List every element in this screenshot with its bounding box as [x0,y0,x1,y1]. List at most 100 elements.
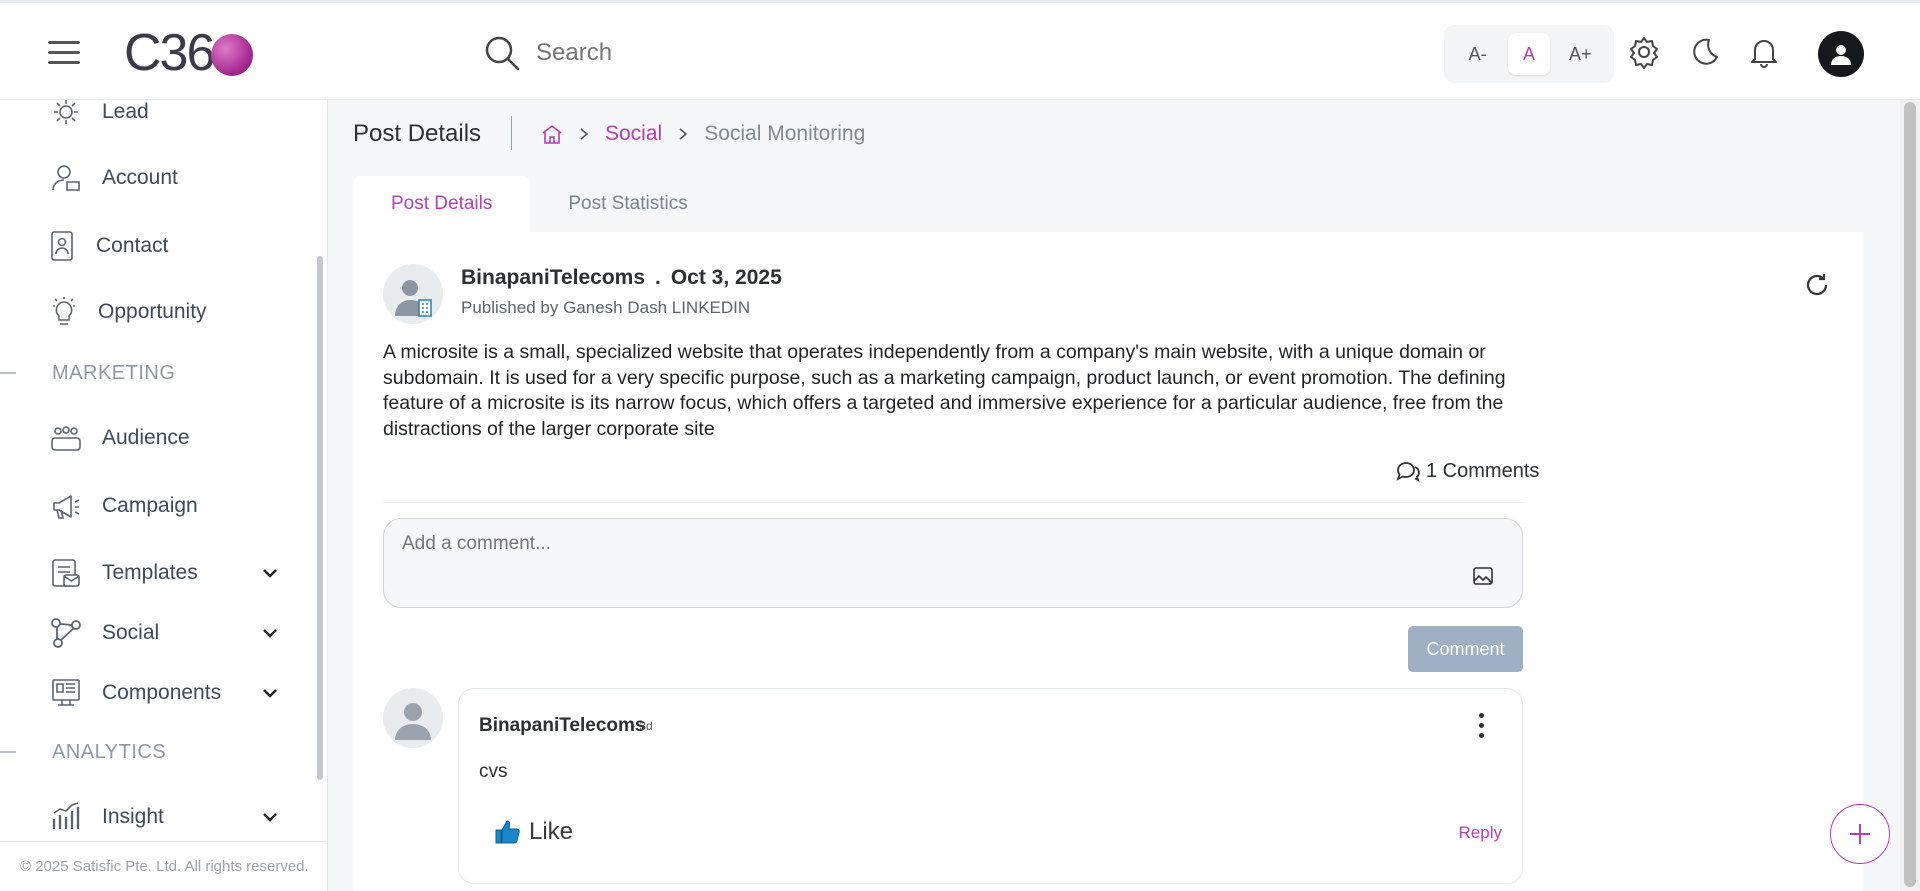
user-icon [1831,45,1851,65]
tab-post-details[interactable]: Post Details [353,176,531,232]
comment-button[interactable]: Comment [1408,626,1523,672]
sidebar-scrollbar[interactable] [317,256,323,780]
post-header: BinapaniTelecoms. Oct 3, 2025 [461,266,782,290]
sidebar-item-label: Lead [102,100,149,123]
sidebar-item-components[interactable]: Components [50,677,280,709]
top-header: C36 A- A A+ [0,0,1920,100]
comment-card: BinapaniTelecoms · 3d cvs Like Reply [458,688,1523,884]
like-button[interactable]: Like [493,817,573,847]
logo-text: C36 [124,24,215,82]
comment-author[interactable]: BinapaniTelecoms [479,715,645,737]
font-normal-button[interactable]: A [1507,33,1550,75]
post-date: Oct 3, 2025 [670,266,782,289]
sidebar-item-label: Opportunity [98,300,207,323]
comment-text: cvs [479,761,508,782]
chart-icon [52,802,80,829]
search-bar [482,33,836,73]
post-published-by: Published by Ganesh Dash LINKEDIN [461,298,751,317]
lead-icon [54,100,78,124]
sidebar-item-account[interactable]: Account [50,162,280,194]
post-header-separator: . [655,266,661,289]
page-title: Post Details [353,120,482,147]
sidebar-item-label: Components [102,681,222,704]
sidebar-item-label: Templates [102,561,198,584]
comment-input[interactable] [402,533,1402,555]
sidebar-item-label: Campaign [102,494,198,517]
company-avatar [383,264,443,324]
tab-bar: Post Details Post Statistics [353,176,726,232]
dark-mode-moon-icon[interactable] [1687,35,1721,69]
image-attach-icon[interactable] [1472,565,1494,587]
sidebar-item-label: Account [102,166,178,189]
gear-icon[interactable] [1627,35,1661,69]
sidebar-item-templates[interactable]: Templates [50,557,280,589]
templates-icon [52,559,80,587]
section-divider [0,751,16,753]
comments-count[interactable]: 1 Comments [1394,458,1539,484]
font-increase-button[interactable]: A+ [1559,33,1601,75]
contact-icon [51,231,73,261]
logo-globe-icon [211,34,254,76]
breadcrumb-social[interactable]: Social [605,122,662,146]
section-label-marketing: MARKETING [52,362,176,384]
more-options-icon[interactable] [1476,713,1486,743]
sidebar-item-label: Contact [96,234,169,257]
home-icon[interactable] [541,123,563,145]
sidebar-item-label: Social [102,621,160,644]
comments-icon [1396,462,1420,482]
user-avatar[interactable] [1818,31,1864,77]
chevron-down-icon[interactable] [260,683,280,703]
tab-post-statistics[interactable]: Post Statistics [530,176,725,232]
post-author[interactable]: BinapaniTelecoms [461,266,645,289]
company-user-icon [395,280,432,317]
chevron-right-icon [580,128,589,140]
comment-time: · 3d [632,719,653,733]
breadcrumb: Social Social Monitoring [541,122,865,146]
bell-icon[interactable] [1747,35,1781,69]
main-scrollbar[interactable] [1900,100,1920,891]
sidebar-item-social[interactable]: Social [50,617,280,649]
sidebar-item-lead[interactable]: Lead [50,100,280,128]
logo[interactable]: C36 [124,24,254,82]
sidebar-item-opportunity[interactable]: Opportunity [50,296,280,328]
font-size-control: A- A A+ [1444,25,1614,83]
audience-icon [51,426,81,451]
scrollbar-thumb[interactable] [1904,102,1916,887]
search-input[interactable] [536,39,836,67]
add-floating-button[interactable] [1830,804,1890,864]
search-icon[interactable] [482,33,522,73]
plus-icon [1850,824,1870,844]
chevron-right-icon [679,128,688,140]
breadcrumb-current: Social Monitoring [704,122,866,145]
lightbulb-icon [53,297,75,325]
copyright-text: © 2025 Satisfic Pte. Ltd. All rights res… [0,841,327,891]
comments-count-label: 1 Comments [1426,459,1540,482]
sidebar-item-label: Audience [102,426,190,449]
sidebar-item-audience[interactable]: Audience [50,422,280,454]
sidebar-item-label: Insight [102,805,164,828]
comment-box [383,518,1523,608]
post-body: A microsite is a small, specialized webs… [383,341,1506,440]
social-icon [51,618,81,648]
post-card: BinapaniTelecoms. Oct 3, 2025 Published b… [353,232,1863,891]
chevron-down-icon[interactable] [260,623,280,643]
sidebar-item-contact[interactable]: Contact [48,230,278,262]
reply-link[interactable]: Reply [1459,823,1502,843]
main-content: Post Details Social Social Monitoring Po… [329,100,1900,891]
title-divider [511,116,512,150]
thumbs-up-icon [495,820,520,844]
font-decrease-button[interactable]: A- [1457,33,1499,75]
divider [383,502,1523,503]
chevron-down-icon[interactable] [260,563,280,583]
sidebar: Lead Account Contact Opportunity MARKETI… [0,100,328,891]
commenter-avatar [383,688,443,748]
section-divider [0,372,16,374]
hamburger-menu-icon[interactable] [48,41,80,65]
like-label: Like [529,818,574,845]
refresh-icon[interactable] [1802,270,1832,300]
chevron-down-icon[interactable] [260,807,280,827]
section-label-analytics: ANALYTICS [52,741,167,763]
sidebar-item-campaign[interactable]: Campaign [50,490,280,522]
account-icon [52,165,80,191]
sidebar-item-insight[interactable]: Insight [50,801,280,833]
